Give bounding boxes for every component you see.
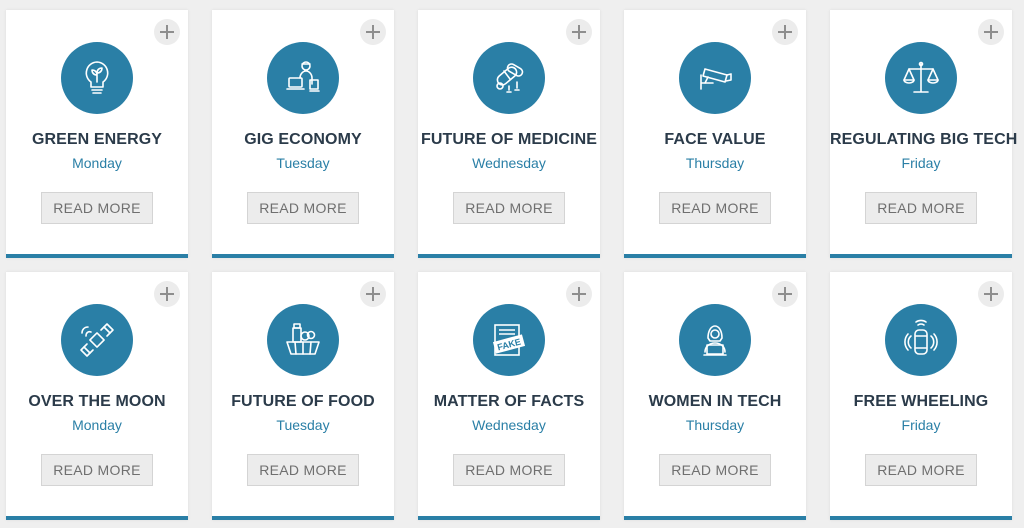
card-title: GIG ECONOMY bbox=[244, 131, 362, 148]
read-more-button[interactable]: READ MORE bbox=[247, 454, 359, 486]
add-icon[interactable] bbox=[154, 19, 180, 45]
add-icon[interactable] bbox=[772, 19, 798, 45]
card-day: Tuesday bbox=[276, 417, 330, 433]
card-day: Wednesday bbox=[472, 155, 546, 171]
card-day: Thursday bbox=[685, 155, 745, 171]
card-title: GREEN ENERGY bbox=[31, 131, 163, 148]
add-icon[interactable] bbox=[566, 281, 592, 307]
card-title: FREE WHEELING bbox=[853, 393, 989, 410]
card-title: FUTURE OF MEDICINE bbox=[420, 131, 598, 148]
read-more-button[interactable]: READ MORE bbox=[865, 454, 977, 486]
pills-icon bbox=[473, 42, 545, 114]
read-more-button[interactable]: READ MORE bbox=[41, 192, 153, 224]
topic-card: WOMEN IN TECH Thursday READ MORE bbox=[624, 272, 806, 520]
scales-icon bbox=[885, 42, 957, 114]
read-more-button[interactable]: READ MORE bbox=[247, 192, 359, 224]
card-title: REGULATING BIG TECH bbox=[830, 131, 1018, 148]
food-basket-icon bbox=[267, 304, 339, 376]
add-icon[interactable] bbox=[978, 19, 1004, 45]
satellite-icon bbox=[61, 304, 133, 376]
card-day: Monday bbox=[72, 417, 122, 433]
card-title: WOMEN IN TECH bbox=[648, 393, 782, 410]
topic-card-grid: GREEN ENERGY Monday READ MORE GIG ECONOM… bbox=[0, 0, 1024, 528]
card-day: Friday bbox=[901, 155, 941, 171]
card-title: OVER THE MOON bbox=[28, 393, 166, 410]
autonomous-car-icon bbox=[885, 304, 957, 376]
topic-card: FACE VALUE Thursday READ MORE bbox=[624, 10, 806, 258]
fake-news-icon: FAKE bbox=[473, 304, 545, 376]
add-icon[interactable] bbox=[360, 19, 386, 45]
security-camera-icon bbox=[679, 42, 751, 114]
card-day: Tuesday bbox=[276, 155, 330, 171]
lightbulb-leaf-icon bbox=[61, 42, 133, 114]
delivery-worker-icon bbox=[267, 42, 339, 114]
topic-card: GREEN ENERGY Monday READ MORE bbox=[6, 10, 188, 258]
card-day: Friday bbox=[901, 417, 941, 433]
add-icon[interactable] bbox=[154, 281, 180, 307]
card-title: FACE VALUE bbox=[664, 131, 766, 148]
read-more-button[interactable]: READ MORE bbox=[453, 192, 565, 224]
topic-card: GIG ECONOMY Tuesday READ MORE bbox=[212, 10, 394, 258]
add-icon[interactable] bbox=[360, 281, 386, 307]
add-icon[interactable] bbox=[566, 19, 592, 45]
read-more-button[interactable]: READ MORE bbox=[41, 454, 153, 486]
add-icon[interactable] bbox=[772, 281, 798, 307]
topic-card: FUTURE OF MEDICINE Wednesday READ MORE bbox=[418, 10, 600, 258]
read-more-button[interactable]: READ MORE bbox=[659, 192, 771, 224]
topic-card: FUTURE OF FOOD Tuesday READ MORE bbox=[212, 272, 394, 520]
woman-laptop-icon bbox=[679, 304, 751, 376]
topic-card: FAKE MATTER OF FACTS Wednesday READ MORE bbox=[418, 272, 600, 520]
read-more-button[interactable]: READ MORE bbox=[659, 454, 771, 486]
card-title: FUTURE OF FOOD bbox=[231, 393, 375, 410]
card-day: Monday bbox=[72, 155, 122, 171]
topic-card: OVER THE MOON Monday READ MORE bbox=[6, 272, 188, 520]
topic-card: FREE WHEELING Friday READ MORE bbox=[830, 272, 1012, 520]
read-more-button[interactable]: READ MORE bbox=[865, 192, 977, 224]
card-title: MATTER OF FACTS bbox=[433, 393, 585, 410]
card-day: Thursday bbox=[685, 417, 745, 433]
card-day: Wednesday bbox=[472, 417, 546, 433]
read-more-button[interactable]: READ MORE bbox=[453, 454, 565, 486]
add-icon[interactable] bbox=[978, 281, 1004, 307]
topic-card: REGULATING BIG TECH Friday READ MORE bbox=[830, 10, 1018, 258]
